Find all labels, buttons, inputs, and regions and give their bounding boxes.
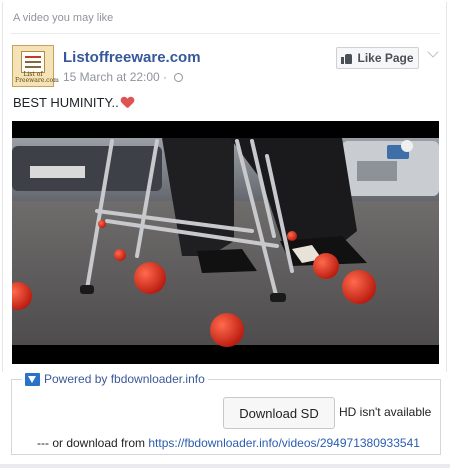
- card-header: A video you may like: [13, 12, 114, 24]
- video-frame: [12, 121, 439, 364]
- like-page-button[interactable]: Like Page: [336, 47, 419, 69]
- bottom-divider: [0, 464, 450, 468]
- or-download-text: --- or download from: [37, 436, 149, 450]
- globe-icon: [174, 73, 184, 82]
- like-page-label: Like Page: [357, 51, 414, 65]
- page-name-link[interactable]: Listoffreeware.com: [63, 49, 201, 66]
- page-avatar[interactable]: List of Freeware.com: [12, 45, 59, 87]
- post-meta: 15 March at 22:00 ·: [63, 70, 184, 84]
- fbdownloader-link[interactable]: https://fbdownloader.info/videos/2949713…: [148, 436, 420, 450]
- header-divider: [10, 33, 440, 34]
- post-timestamp[interactable]: 15 March at 22:00 ·: [63, 70, 167, 84]
- downloader-title: Powered by fbdownloader.info: [22, 372, 208, 386]
- post-text: BEST HUMINITY..: [13, 95, 133, 110]
- thumbs-up-icon: [341, 53, 353, 64]
- heart-icon: [121, 97, 133, 108]
- downloader-title-text[interactable]: Powered by fbdownloader.info: [44, 372, 205, 386]
- post-message: BEST HUMINITY..: [13, 95, 119, 110]
- download-arrow-icon: [25, 372, 40, 386]
- notepad-icon: [21, 51, 45, 73]
- logo-text: List of Freeware.com: [15, 71, 59, 84]
- hd-unavailable-note: HD isn't available: [339, 405, 432, 419]
- download-sd-button[interactable]: Download SD: [223, 397, 335, 429]
- alternate-download: --- or download from https://fbdownloade…: [37, 436, 420, 450]
- video-player[interactable]: [12, 121, 439, 364]
